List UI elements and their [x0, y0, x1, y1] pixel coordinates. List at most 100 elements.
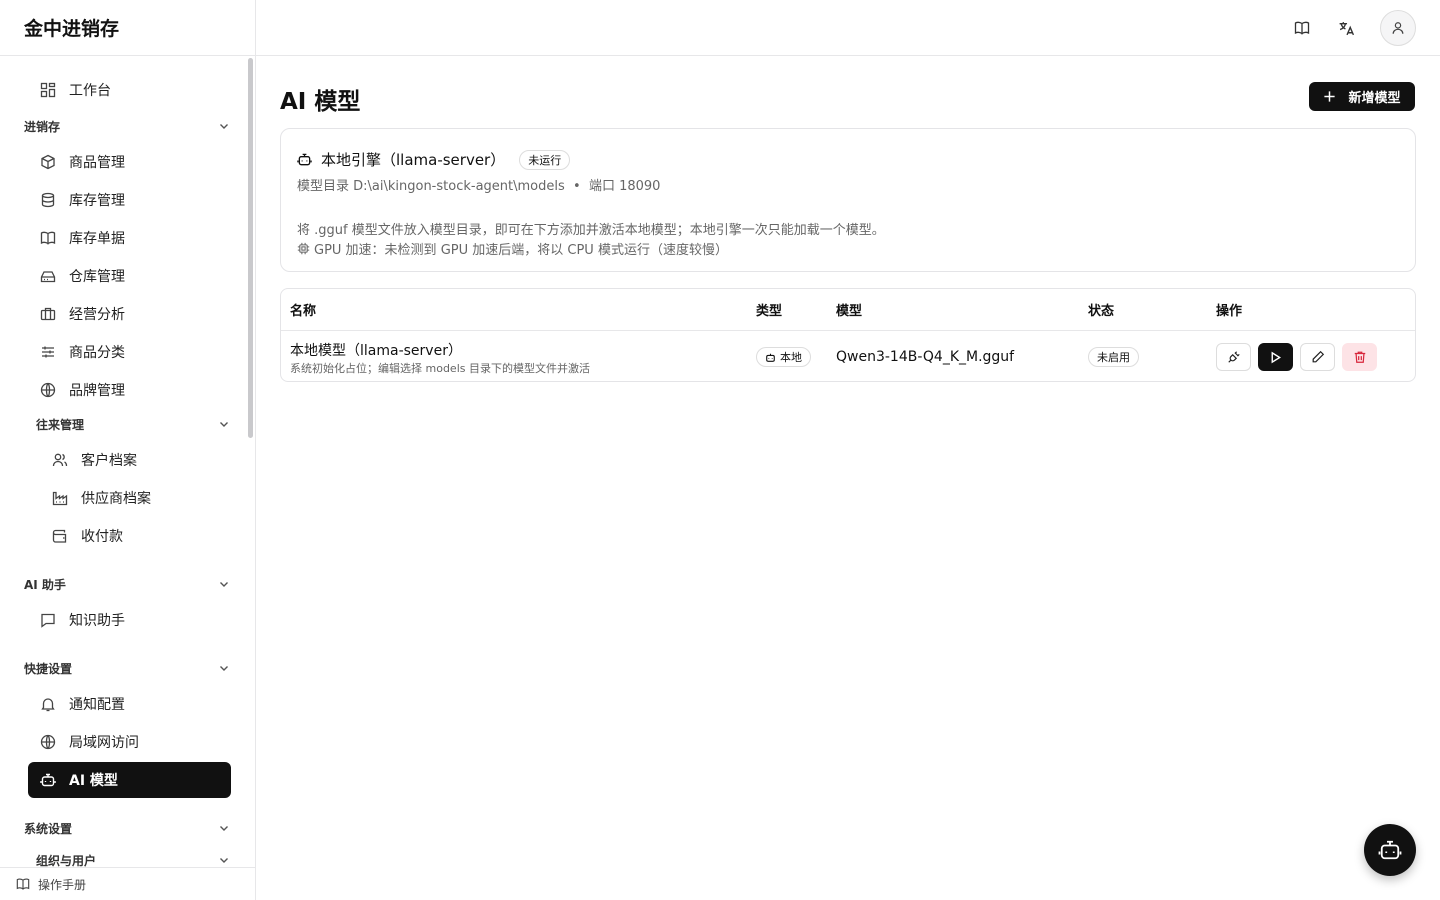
group-ai-assistant[interactable]: AI 助手 — [24, 572, 231, 596]
sidebar-item-category[interactable]: 商品分类 — [28, 334, 231, 370]
column-header-model: 模型 — [836, 304, 863, 319]
bot-icon — [39, 771, 57, 789]
bot-icon — [1378, 840, 1402, 860]
pencil-icon — [1312, 350, 1324, 363]
manual-label: 操作手册 — [38, 877, 87, 892]
model-file: Qwen3-14B-Q4_K_M.gguf — [836, 349, 1015, 365]
book-icon — [39, 229, 57, 247]
sidebar-item-analytics[interactable]: 经营分析 — [28, 296, 231, 332]
bell-icon — [39, 695, 57, 713]
plus-icon — [1324, 91, 1336, 102]
plug-icon — [1227, 351, 1240, 363]
docs-button[interactable] — [1288, 14, 1316, 42]
warehouse-icon — [39, 267, 57, 285]
globe-icon — [39, 381, 57, 399]
brand-title: 金中进销存 — [0, 0, 255, 56]
wallet-icon — [51, 527, 69, 545]
bot-icon — [766, 353, 775, 362]
factory-icon — [51, 489, 69, 507]
sidebar-item-stock[interactable]: 库存管理 — [28, 182, 231, 218]
group-label: 往来管理 — [36, 417, 85, 432]
sidebar-item-label: 库存管理 — [69, 193, 125, 209]
translate-icon — [1339, 21, 1354, 35]
column-header-name: 名称 — [290, 304, 317, 319]
sidebar-item-lan-access[interactable]: 局域网访问 — [28, 724, 231, 760]
sidebar-item-label: 通知配置 — [69, 697, 125, 713]
sidebar-item-ai-model[interactable]: AI 模型 — [28, 762, 231, 798]
group-label: 快捷设置 — [24, 661, 73, 676]
language-button[interactable] — [1332, 14, 1360, 42]
manual-link[interactable]: 操作手册 — [0, 867, 255, 900]
chevron-down-icon — [220, 422, 228, 427]
model-description: 系统初始化占位；编辑选择 models 目录下的模型文件并激活 — [290, 362, 590, 375]
column-header-status: 状态 — [1088, 304, 1115, 319]
sidebar-item-label: 客户档案 — [81, 453, 137, 469]
sidebar-item-customers[interactable]: 客户档案 — [40, 442, 231, 478]
engine-gpu-note: GPU 加速：未检测到 GPU 加速后端，将以 CPU 模式运行（速度较慢） — [297, 239, 728, 258]
briefcase-icon — [39, 305, 57, 323]
group-system-settings[interactable]: 系统设置 — [24, 816, 231, 840]
user-avatar-button[interactable] — [1380, 10, 1416, 46]
users-icon — [51, 451, 69, 469]
sidebar-scrollbar[interactable] — [248, 58, 253, 438]
sidebar-item-label: 经营分析 — [69, 307, 125, 323]
book-icon — [16, 877, 30, 891]
group-label: 进销存 — [24, 119, 61, 134]
globe-icon — [39, 733, 57, 751]
status-badge: 未启用 — [1088, 347, 1139, 367]
sidebar-item-products[interactable]: 商品管理 — [28, 144, 231, 180]
engine-header: 本地引擎（llama-server） 未运行 — [297, 149, 571, 170]
sidebar-item-label: 品牌管理 — [69, 383, 125, 399]
sidebar-item-label: 库存单据 — [69, 231, 125, 247]
bot-icon — [297, 152, 313, 168]
sidebar-item-notifications[interactable]: 通知配置 — [28, 686, 231, 722]
chevron-down-icon — [220, 826, 228, 831]
sliders-icon — [39, 343, 57, 361]
sidebar-item-warehouse[interactable]: 仓库管理 — [28, 258, 231, 294]
sidebar-nav[interactable]: 工作台 进销存 商品管理 库存管理 库存单据 仓库管理 经营分析 商品分类 品牌… — [0, 56, 255, 867]
engine-status-badge: 未运行 — [519, 149, 571, 170]
local-engine-card: 本地引擎（llama-server） 未运行 模型目录 D:\ai\kingon… — [280, 128, 1416, 272]
edit-button[interactable] — [1300, 343, 1335, 371]
page-title: AI 模型 — [280, 89, 361, 115]
sidebar-item-suppliers[interactable]: 供应商档案 — [40, 480, 231, 516]
chevron-down-icon — [220, 666, 228, 671]
group-inventory[interactable]: 进销存 — [24, 114, 231, 138]
play-icon — [1271, 351, 1281, 363]
chat-icon — [39, 611, 57, 629]
group-label: AI 助手 — [24, 577, 66, 592]
add-model-button[interactable]: 新增模型 — [1309, 82, 1415, 111]
delete-button[interactable] — [1342, 343, 1377, 371]
group-partners[interactable]: 往来管理 — [36, 412, 231, 436]
sidebar-item-label: 供应商档案 — [81, 491, 151, 507]
database-icon — [39, 191, 57, 209]
sidebar-item-label: 收付款 — [81, 529, 123, 545]
test-connection-button[interactable] — [1216, 343, 1251, 371]
engine-note: 将 .gguf 模型文件放入模型目录，即可在下方添加并激活本地模型；本地引擎一次… — [297, 223, 885, 238]
sidebar-item-label: 局域网访问 — [69, 735, 139, 751]
chevron-down-icon — [220, 124, 228, 129]
engine-title: 本地引擎（llama-server） — [321, 151, 506, 169]
book-icon — [1294, 21, 1310, 35]
ai-assistant-fab[interactable] — [1364, 824, 1416, 876]
group-quick-settings[interactable]: 快捷设置 — [24, 656, 231, 680]
top-bar — [256, 0, 1440, 56]
sidebar-item-payments[interactable]: 收付款 — [40, 518, 231, 554]
activate-button[interactable] — [1258, 343, 1293, 371]
model-name: 本地模型（llama-server） — [290, 343, 462, 359]
group-label: 组织与用户 — [36, 853, 97, 868]
sidebar-item-label: 仓库管理 — [69, 269, 125, 285]
box-icon — [39, 153, 57, 171]
header-divider — [281, 330, 1415, 331]
cpu-icon — [297, 242, 310, 255]
group-label: 系统设置 — [24, 821, 73, 836]
sidebar-item-brand[interactable]: 品牌管理 — [28, 372, 231, 408]
sidebar-item-knowledge[interactable]: 知识助手 — [28, 602, 231, 638]
group-org-users[interactable]: 组织与用户 — [36, 848, 231, 867]
engine-gpu-text: GPU 加速：未检测到 GPU 加速后端，将以 CPU 模式运行（速度较慢） — [314, 243, 728, 258]
sidebar-item-label: AI 模型 — [69, 773, 118, 789]
sidebar-item-workbench[interactable]: 工作台 — [28, 72, 231, 108]
column-header-type: 类型 — [756, 304, 783, 319]
sidebar-item-stock-docs[interactable]: 库存单据 — [28, 220, 231, 256]
sidebar-item-label: 商品管理 — [69, 155, 125, 171]
